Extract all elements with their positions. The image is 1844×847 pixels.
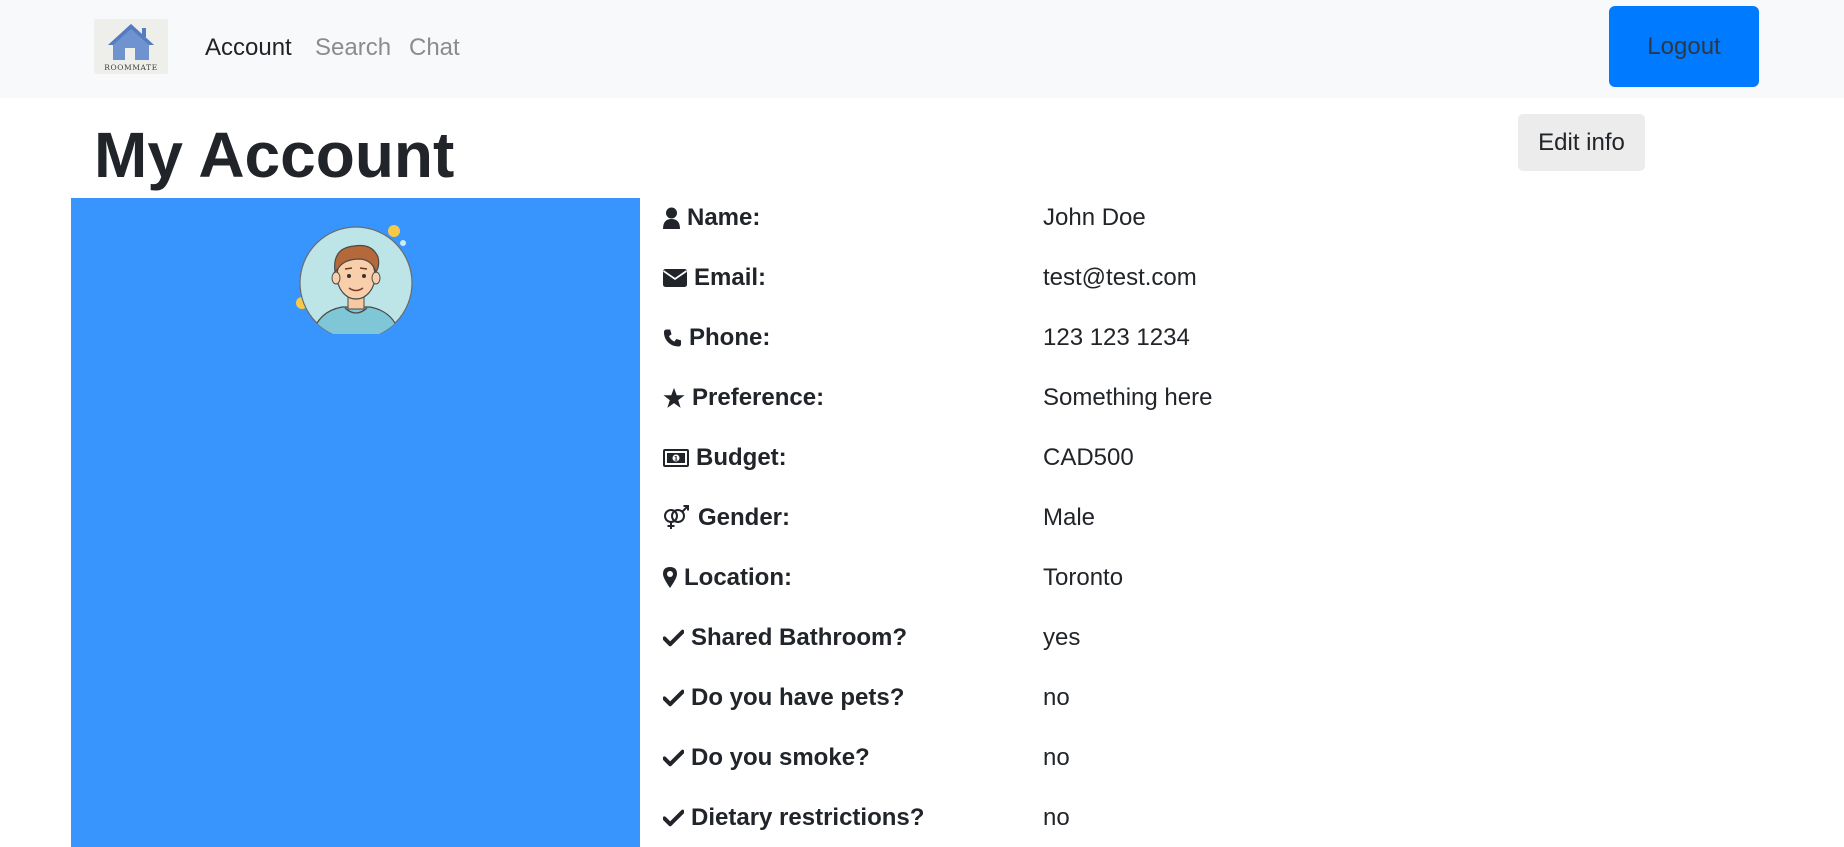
email-label-text: Email: — [694, 264, 767, 291]
location-value: Toronto — [1043, 564, 1124, 591]
info-row-phone: Phone: 123 123 1234 — [663, 318, 1463, 358]
phone-value: 123 123 1234 — [1043, 324, 1190, 351]
star-icon — [663, 387, 685, 408]
info-row-email: Email: test@test.com — [663, 258, 1463, 298]
name-value: John Doe — [1043, 204, 1146, 231]
email-value: test@test.com — [1043, 264, 1197, 291]
preference-label-text: Preference: — [692, 384, 825, 411]
gender-label: Gender: — [663, 498, 790, 538]
info-row-shared-bathroom: Shared Bathroom? yes — [663, 618, 1463, 658]
name-label-text: Name: — [687, 204, 761, 231]
gender-label-text: Gender: — [698, 504, 791, 531]
logout-button[interactable]: Logout — [1609, 6, 1759, 87]
svg-text:1: 1 — [674, 456, 678, 463]
info-row-budget: 1 Budget: CAD500 — [663, 438, 1463, 478]
info-row-dietary: Dietary restrictions? no — [663, 798, 1463, 838]
location-label: Location: — [663, 558, 792, 598]
name-label: Name: — [663, 198, 760, 238]
smoke-value: no — [1043, 744, 1070, 771]
page-title: My Account — [94, 119, 455, 191]
budget-label-text: Budget: — [696, 444, 787, 471]
email-label: Email: — [663, 258, 766, 298]
budget-label: 1 Budget: — [663, 438, 787, 478]
info-row-gender: Gender: Male — [663, 498, 1463, 538]
nav-account[interactable]: Account — [205, 30, 292, 66]
budget-value: CAD500 — [1043, 444, 1134, 471]
preference-label: Preference: — [663, 378, 824, 418]
money-bill-icon: 1 — [663, 449, 689, 467]
shared-bathroom-value: yes — [1043, 624, 1081, 651]
smoke-label-text: Do you smoke? — [691, 744, 870, 771]
check-icon — [663, 689, 684, 707]
phone-icon — [663, 329, 682, 347]
map-marker-icon — [663, 567, 677, 588]
info-row-pets: Do you have pets? no — [663, 678, 1463, 718]
check-icon — [663, 809, 684, 827]
logo-text: ROOMMATE — [104, 63, 158, 72]
venus-mars-icon — [664, 505, 689, 529]
edit-info-button[interactable]: Edit info — [1518, 114, 1645, 171]
info-row-smoke: Do you smoke? no — [663, 738, 1463, 778]
preference-value: Something here — [1043, 384, 1213, 411]
shared-bathroom-label: Shared Bathroom? — [663, 618, 907, 658]
check-icon — [663, 629, 684, 647]
dietary-label-text: Dietary restrictions? — [691, 804, 925, 831]
user-icon — [663, 207, 680, 229]
shared-bathroom-label-text: Shared Bathroom? — [691, 624, 908, 651]
dietary-label: Dietary restrictions? — [663, 798, 924, 838]
smoke-label: Do you smoke? — [663, 738, 870, 778]
info-row-preference: Preference: Something here — [663, 378, 1463, 418]
dietary-value: no — [1043, 804, 1070, 831]
pets-label: Do you have pets? — [663, 678, 904, 718]
phone-label-text: Phone: — [689, 324, 771, 351]
location-label-text: Location: — [684, 564, 792, 591]
house-icon — [108, 24, 154, 60]
check-icon — [663, 749, 684, 767]
roommate-logo[interactable]: ROOMMATE — [94, 19, 168, 74]
profile-panel — [71, 198, 640, 847]
pets-value: no — [1043, 684, 1070, 711]
nav-search[interactable]: Search — [315, 30, 391, 66]
navbar: ROOMMATE Account Search Chat Logout — [0, 0, 1844, 98]
pets-label-text: Do you have pets? — [691, 684, 905, 711]
nav-chat[interactable]: Chat — [409, 30, 460, 66]
gender-value: Male — [1043, 504, 1096, 531]
phone-label: Phone: — [663, 318, 770, 358]
user-avatar-icon[interactable] — [290, 210, 420, 334]
info-row-name: Name: John Doe — [663, 198, 1463, 238]
info-row-location: Location: Toronto — [663, 558, 1463, 598]
envelope-icon — [663, 269, 687, 287]
